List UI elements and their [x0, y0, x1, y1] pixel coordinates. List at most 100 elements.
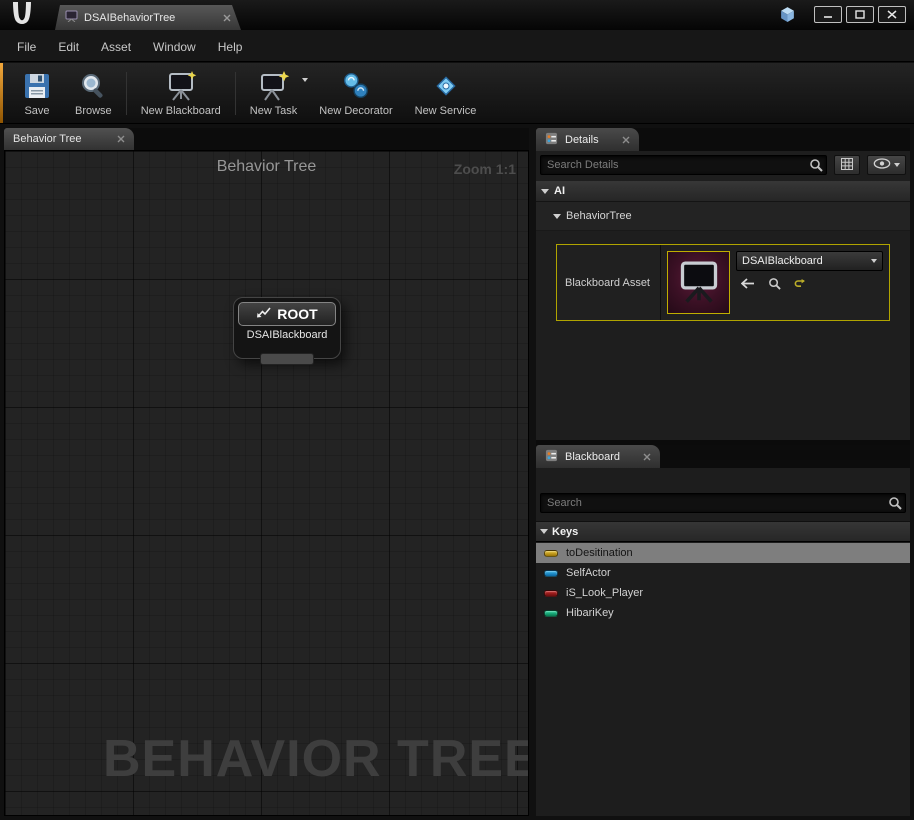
expander-arrow-icon — [553, 213, 561, 219]
menu-bar: File Edit Asset Window Help — [0, 30, 914, 62]
browse-to-asset-button[interactable] — [768, 277, 781, 293]
property-matrix-button[interactable] — [834, 155, 860, 175]
menu-file[interactable]: File — [6, 37, 47, 57]
root-node-header[interactable]: ROOT — [238, 302, 336, 326]
close-icon[interactable] — [117, 135, 125, 143]
blackboard-asset-label: Blackboard Asset — [557, 245, 661, 320]
new-service-button[interactable]: New Service — [404, 68, 488, 119]
key-color-icon — [544, 609, 558, 617]
toolbar-separator — [234, 72, 236, 115]
search-icon — [809, 158, 823, 175]
browse-icon — [77, 70, 109, 102]
root-node-icon — [256, 307, 271, 321]
menu-edit[interactable]: Edit — [47, 37, 90, 57]
save-label: Save — [24, 105, 50, 117]
blackboard-panel: Blackboard Keys — [536, 445, 910, 816]
key-color-icon — [544, 589, 558, 597]
use-selected-asset-button[interactable] — [740, 278, 755, 292]
root-node-output-pin[interactable] — [260, 353, 314, 365]
save-button[interactable]: Save — [10, 68, 64, 119]
blackboard-key-row[interactable]: SelfActor — [536, 563, 910, 583]
view-options-button[interactable] — [867, 155, 906, 175]
blackboard-key-row[interactable]: toDesitination — [536, 543, 910, 563]
new-decorator-button[interactable]: New Decorator — [308, 68, 403, 119]
document-tab[interactable]: DSAIBehaviorTree — [55, 5, 241, 30]
tab-behavior-tree[interactable]: Behavior Tree — [4, 128, 135, 150]
toolbar: Save Browse New Blackboard New Task New … — [0, 63, 914, 178]
root-node-title: ROOT — [277, 306, 318, 322]
blackboard-tab-label: Blackboard — [565, 450, 621, 463]
new-blackboard-icon — [165, 70, 197, 102]
blackboard-search-row — [536, 493, 910, 513]
new-service-label: New Service — [414, 105, 477, 117]
tab-details[interactable]: Details — [536, 128, 639, 151]
blackboard-tab-bar: Blackboard — [536, 445, 910, 468]
menu-help[interactable]: Help — [207, 37, 254, 57]
menu-window[interactable]: Window — [142, 37, 207, 57]
keys-section-header[interactable]: Keys — [536, 521, 910, 542]
details-tab-bar: Details — [536, 128, 910, 151]
close-icon[interactable] — [223, 14, 231, 22]
details-tab-label: Details — [565, 133, 599, 146]
close-button[interactable] — [878, 6, 906, 23]
new-blackboard-button[interactable]: New Blackboard — [130, 68, 232, 119]
details-tab-icon — [545, 132, 558, 148]
category-ai[interactable]: AI — [536, 181, 910, 202]
key-color-icon — [544, 549, 558, 557]
graph-watermark: BEHAVIOR TREE — [103, 730, 529, 788]
minimize-button[interactable] — [814, 6, 842, 23]
menu-asset[interactable]: Asset — [90, 37, 142, 57]
chevron-down-icon — [871, 259, 877, 263]
blackboard-key-row[interactable]: HibariKey — [536, 603, 910, 623]
behavior-tree-graph-canvas[interactable]: Behavior Tree Zoom 1:1 ROOT DSAIBlackboa… — [4, 150, 529, 816]
eye-icon — [873, 158, 891, 172]
category-behaviortree-label: BehaviorTree — [566, 210, 632, 222]
document-tab-label: DSAIBehaviorTree — [84, 11, 176, 24]
blackboard-asset-value: DSAIBlackboard — [742, 255, 823, 267]
root-node[interactable]: ROOT DSAIBlackboard — [233, 297, 341, 365]
browse-button[interactable]: Browse — [64, 68, 123, 119]
save-icon — [21, 70, 53, 102]
zoom-level: Zoom 1:1 — [453, 161, 516, 177]
graph-tab-bar: Behavior Tree — [4, 128, 529, 150]
key-name: toDesitination — [566, 547, 633, 559]
blackboard-search-input[interactable] — [540, 493, 906, 513]
key-name: HibariKey — [566, 607, 614, 619]
category-ai-label: AI — [554, 185, 565, 197]
right-panel: Details Search Details AI BehaviorTree B… — [536, 128, 910, 816]
details-search-row — [536, 151, 910, 178]
search-icon — [888, 496, 902, 513]
browse-label: Browse — [75, 105, 112, 117]
grid-icon — [840, 157, 854, 174]
category-behaviortree[interactable]: BehaviorTree — [536, 202, 910, 231]
new-task-label: New Task — [249, 105, 298, 117]
graph-panel: Behavior Tree Behavior Tree Zoom 1:1 ROO… — [4, 128, 529, 816]
blackboard-asset-property: Blackboard Asset DSAIBlackboard — [556, 244, 890, 321]
key-name: SelfActor — [566, 567, 611, 579]
toolbar-separator — [125, 72, 127, 115]
close-icon[interactable] — [643, 453, 651, 461]
graph-tab-label: Behavior Tree — [13, 133, 82, 145]
blackboard-asset-dropdown[interactable]: DSAIBlackboard — [736, 251, 883, 271]
new-task-icon — [258, 70, 290, 102]
blackboard-tab-icon — [545, 449, 558, 465]
chevron-down-icon — [894, 163, 900, 167]
tab-blackboard[interactable]: Blackboard — [536, 445, 661, 468]
blackboard-asset-thumbnail[interactable] — [667, 251, 730, 314]
blackboard-thumbnail-icon — [677, 258, 721, 307]
key-name: iS_Look_Player — [566, 587, 644, 599]
reset-to-default-button[interactable] — [794, 278, 806, 293]
new-task-button[interactable]: New Task — [239, 68, 308, 119]
blackboard-key-row[interactable]: iS_Look_Player — [536, 583, 910, 603]
new-service-icon — [430, 70, 462, 102]
behavior-tree-asset-icon — [65, 10, 78, 25]
details-search-input[interactable] — [540, 155, 827, 175]
toolbar-accent-strip — [0, 63, 3, 123]
new-decorator-icon — [340, 70, 372, 102]
close-icon[interactable] — [622, 136, 630, 144]
unreal-logo — [5, 0, 37, 30]
maximize-button[interactable] — [846, 6, 874, 23]
title-bar[interactable]: DSAIBehaviorTree — [0, 0, 914, 30]
expander-arrow-icon — [540, 529, 548, 534]
details-panel: Details Search Details AI BehaviorTree B… — [536, 128, 910, 440]
